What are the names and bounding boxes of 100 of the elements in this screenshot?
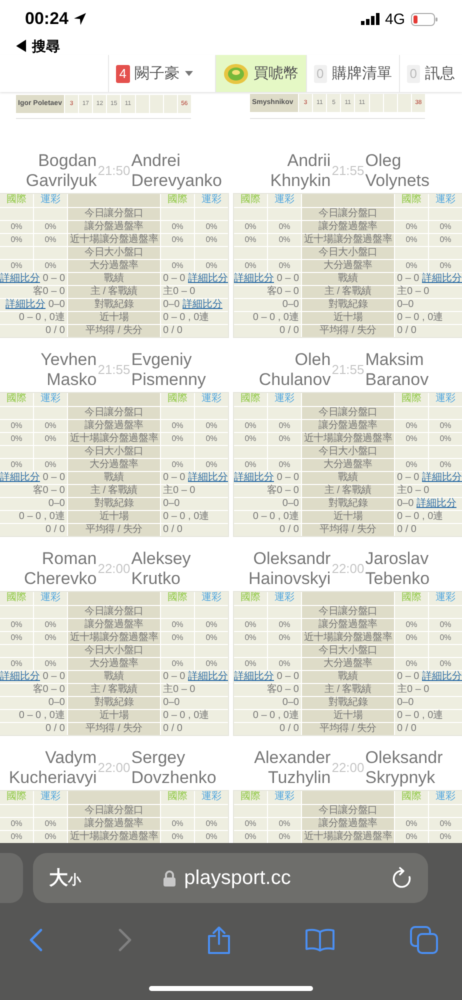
table-cell: 0% bbox=[234, 260, 267, 272]
table-cell: 0% bbox=[268, 818, 301, 830]
address-bar[interactable]: 大小 playsport.cc bbox=[33, 853, 428, 903]
table-cell: 0 / 0 bbox=[234, 524, 301, 536]
row-label: 今日讓分盤口 bbox=[68, 407, 160, 419]
table-cell: 0% bbox=[395, 459, 428, 471]
table-cell: 0% bbox=[268, 459, 301, 471]
table-cell: 0% bbox=[161, 221, 194, 233]
detail-link[interactable]: 詳細比分 bbox=[188, 671, 228, 682]
table-cell: 0 / 0 bbox=[234, 723, 301, 735]
detail-link[interactable]: 詳細比分 bbox=[0, 671, 40, 682]
row-label: 讓分盤過盤率 bbox=[68, 619, 160, 631]
match-time: 22:00 bbox=[330, 759, 366, 777]
detail-link[interactable]: 詳細比分 bbox=[234, 273, 274, 284]
table-cell: 0% bbox=[0, 632, 33, 644]
nav-item[interactable]: 買唬幣 bbox=[214, 55, 306, 92]
table-cell: 0% bbox=[268, 221, 301, 233]
row-label: 戰績 bbox=[68, 671, 160, 683]
table-cell: 0% bbox=[161, 818, 194, 830]
row-label: 大分過盤率 bbox=[302, 459, 394, 471]
player-name: Evgeniy Pismenny bbox=[131, 350, 206, 390]
detail-link[interactable]: 詳細比分 bbox=[0, 472, 40, 483]
table-cell: 0% bbox=[195, 459, 228, 471]
row-label: 今日讓分盤口 bbox=[68, 606, 160, 618]
empty-cell bbox=[136, 95, 149, 113]
table-cell: 主0 – 0 bbox=[161, 684, 228, 696]
back-icon[interactable] bbox=[29, 928, 43, 952]
text-size-button[interactable]: 大小 bbox=[49, 865, 83, 891]
table-cell: 0% bbox=[161, 459, 194, 471]
table-cell: 0% bbox=[234, 433, 267, 445]
table-cell: 0% bbox=[429, 818, 462, 830]
detail-link[interactable]: 詳細比分 bbox=[422, 273, 462, 284]
row-label: 對戰紀錄 bbox=[302, 498, 394, 510]
row-label: 主 / 客戰績 bbox=[302, 485, 394, 497]
column-label: 國際 bbox=[0, 194, 33, 207]
row-label: 平均得 / 失分 bbox=[68, 524, 160, 536]
detail-link[interactable]: 詳細比分 bbox=[188, 472, 228, 483]
table-cell: 0% bbox=[268, 260, 301, 272]
row-label: 對戰紀錄 bbox=[68, 498, 160, 510]
detail-link[interactable]: 詳細比分 bbox=[0, 273, 40, 284]
empty-cell bbox=[164, 95, 177, 113]
table-cell: 0% bbox=[429, 619, 462, 631]
table-cell: 0% bbox=[268, 234, 301, 246]
detail-link[interactable]: 詳細比分 bbox=[182, 299, 222, 310]
detail-link[interactable]: 詳細比分 bbox=[6, 299, 46, 310]
table-cell: 0% bbox=[195, 234, 228, 246]
player-name: Oleksandr Hainovskyi bbox=[248, 549, 331, 589]
table-cell: 0% bbox=[34, 260, 67, 272]
player-name: Vadym Kucheriavyi bbox=[8, 748, 97, 788]
table-cell: 客0 – 0 bbox=[0, 286, 67, 298]
table-cell: 客0 – 0 bbox=[234, 286, 301, 298]
row-label: 大分過盤率 bbox=[68, 260, 160, 272]
empty-cell bbox=[384, 94, 397, 112]
player-name: Oleg Volynets bbox=[365, 151, 430, 191]
nav-item[interactable]: 4 闕子豪 bbox=[108, 55, 215, 92]
score-text: 0 – 0 bbox=[42, 273, 66, 284]
score-text: 0 – 0 bbox=[42, 472, 66, 483]
player-name: Yevhen Masko bbox=[40, 350, 97, 390]
open-book-icon[interactable] bbox=[305, 928, 336, 952]
table-cell: 0 / 0 bbox=[161, 723, 228, 735]
player-name: Jaroslav Tebenko bbox=[365, 549, 430, 589]
table-cell: 主0 – 0 bbox=[395, 684, 462, 696]
table-cell: 0% bbox=[34, 433, 67, 445]
detail-link[interactable]: 詳細比分 bbox=[422, 472, 462, 483]
table-cell: 0% bbox=[34, 632, 67, 644]
detail-link[interactable]: 詳細比分 bbox=[234, 671, 274, 682]
player-name: Oleksandr Skrypnyk bbox=[365, 748, 443, 788]
table-cell: 0% bbox=[395, 221, 428, 233]
column-label: 國際 bbox=[161, 194, 194, 207]
row-label: 讓分盤過盤率 bbox=[68, 420, 160, 432]
detail-link[interactable]: 詳細比分 bbox=[416, 498, 456, 509]
row-label: 戰績 bbox=[302, 671, 394, 683]
player-name: Sergey Dovzhenko bbox=[131, 748, 216, 788]
back-link[interactable]: ◀ 搜尋 bbox=[14, 39, 60, 54]
table-cell: 0% bbox=[0, 433, 33, 445]
detail-link[interactable]: 詳細比分 bbox=[188, 273, 228, 284]
table-cell: 0% bbox=[195, 619, 228, 631]
share-icon[interactable] bbox=[206, 926, 230, 954]
row-label: 主 / 客戰績 bbox=[302, 286, 394, 298]
row-label: 今日大小盤口 bbox=[302, 247, 394, 259]
detail-link[interactable]: 詳細比分 bbox=[422, 671, 462, 682]
table-cell: 0–0 bbox=[395, 697, 462, 709]
score-text: 0–0 bbox=[48, 299, 65, 310]
table-cell: 0 / 0 bbox=[161, 325, 228, 337]
table-cell: 0% bbox=[195, 658, 228, 670]
column-label: 國際 bbox=[161, 791, 194, 804]
player-name: Alexander Tuzhylin bbox=[254, 748, 331, 788]
column-label: 運彩 bbox=[268, 791, 301, 804]
row-label: 近十場讓分盤過盤率 bbox=[302, 632, 394, 644]
lock-icon bbox=[163, 870, 176, 886]
signal-icon bbox=[360, 13, 380, 25]
reload-icon[interactable] bbox=[391, 867, 412, 889]
row-label: 今日讓分盤口 bbox=[302, 606, 394, 618]
table-cell: 主0 – 0 bbox=[395, 485, 462, 497]
row-label: 今日大小盤口 bbox=[68, 645, 160, 657]
column-label: 運彩 bbox=[195, 194, 228, 207]
tabs-icon[interactable] bbox=[410, 926, 438, 954]
match-time: 22:00 bbox=[330, 560, 366, 578]
table-cell: 0% bbox=[395, 619, 428, 631]
detail-link[interactable]: 詳細比分 bbox=[234, 472, 274, 483]
